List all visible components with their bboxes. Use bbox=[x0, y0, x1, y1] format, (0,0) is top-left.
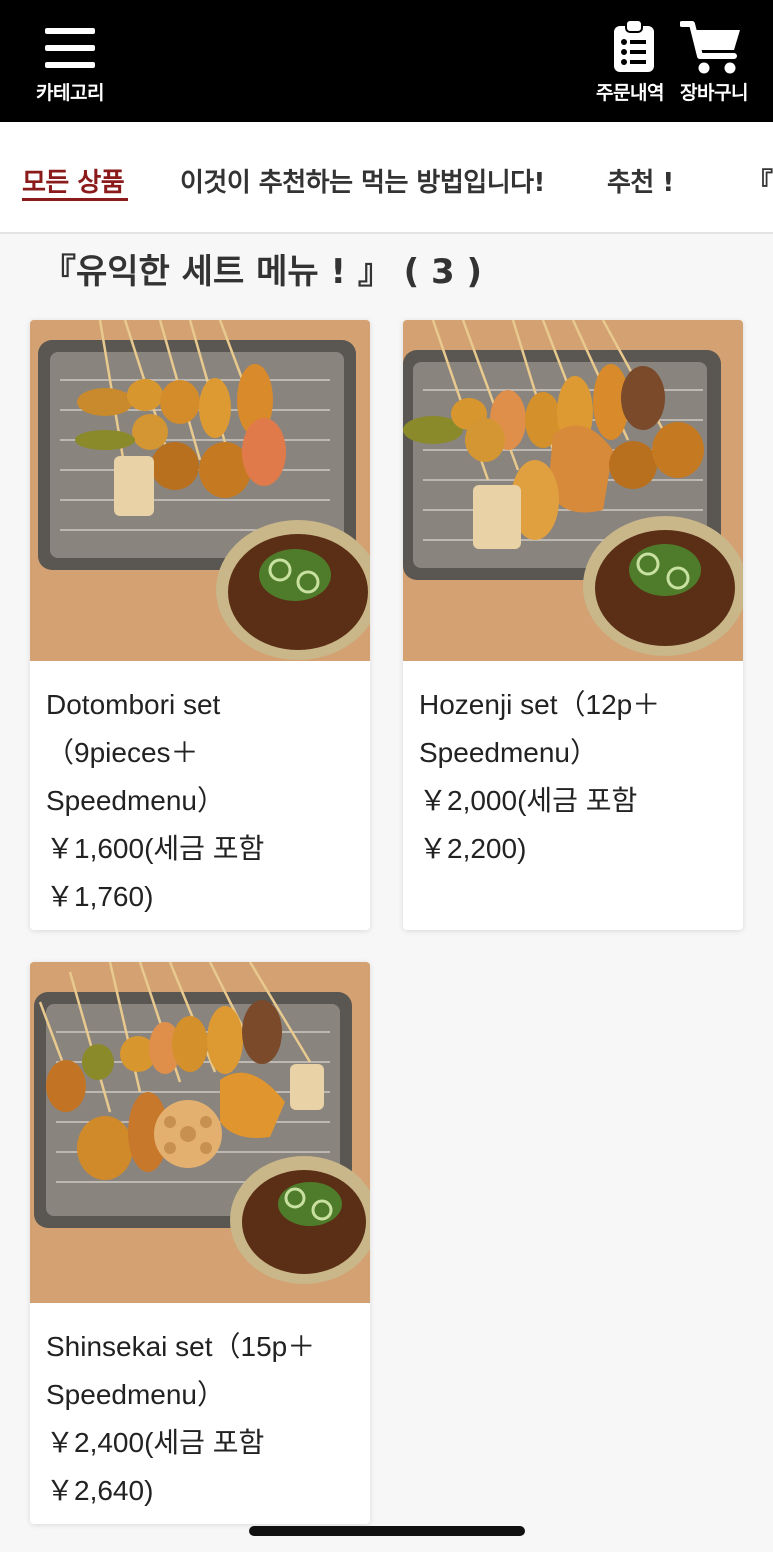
order-history-label: 주문내역 bbox=[596, 82, 664, 104]
product-info: Hozenji set（12p＋ Speedmenu） ￥2,000(세금 포함… bbox=[403, 661, 743, 891]
cart-label: 장바구니 bbox=[680, 82, 748, 104]
category-tabs: 모든 상품 이것이 추천하는 먹는 방법입니다! 추천 ! 『유 bbox=[0, 122, 773, 234]
tab-recommended-eating[interactable]: 이것이 추천하는 먹는 방법입니다! bbox=[180, 162, 545, 199]
product-info: Dotombori set （9pieces＋ Speedmenu） ￥1,60… bbox=[30, 661, 370, 930]
product-photo bbox=[30, 320, 370, 661]
section-title: 『유익한 세트 메뉴 ! 』 ( 3 ) bbox=[42, 252, 483, 292]
tab-recommend[interactable]: 추천 ! bbox=[607, 162, 674, 199]
category-label: 카테고리 bbox=[36, 82, 104, 104]
category-menu-button[interactable]: 카테고리 bbox=[26, 26, 114, 105]
tab-all-products[interactable]: 모든 상품 bbox=[22, 162, 125, 199]
product-card-shinsekai[interactable]: Shinsekai set（15p＋ Speedmenu） ￥2,400(세금 … bbox=[30, 962, 370, 1524]
product-name-line: Hozenji set（12p＋ bbox=[419, 689, 661, 720]
product-name-line: （9pieces＋ bbox=[46, 737, 199, 768]
product-photo bbox=[30, 962, 370, 1303]
home-indicator[interactable] bbox=[249, 1526, 525, 1536]
top-header: 카테고리 주문내역 장바구니 bbox=[0, 0, 773, 122]
product-name-line: Speedmenu） bbox=[46, 1379, 226, 1410]
active-tab-underline bbox=[22, 198, 128, 201]
product-card-hozenji[interactable]: Hozenji set（12p＋ Speedmenu） ￥2,000(세금 포함… bbox=[403, 320, 743, 930]
product-price-with-tax: ￥2,200) bbox=[419, 833, 527, 864]
product-card-dotombori[interactable]: Dotombori set （9pieces＋ Speedmenu） ￥1,60… bbox=[30, 320, 370, 930]
clipboard-list-icon bbox=[614, 19, 654, 72]
hamburger-menu-icon bbox=[45, 28, 95, 68]
product-price-with-tax: ￥1,760) bbox=[46, 881, 154, 912]
product-price: ￥2,400(세금 포함 bbox=[46, 1427, 265, 1458]
product-price: ￥1,600(세금 포함 bbox=[46, 833, 265, 864]
product-photo bbox=[403, 320, 743, 661]
product-name-line: Speedmenu） bbox=[46, 785, 226, 816]
product-name-line: Shinsekai set（15p＋ bbox=[46, 1331, 316, 1362]
shopping-cart-icon bbox=[680, 21, 740, 74]
product-price: ￥2,000(세금 포함 bbox=[419, 785, 638, 816]
product-info: Shinsekai set（15p＋ Speedmenu） ￥2,400(세금 … bbox=[30, 1303, 370, 1524]
tab-set-menu[interactable]: 『유 bbox=[747, 162, 773, 199]
product-name-line: Speedmenu） bbox=[419, 737, 599, 768]
product-name-line: Dotombori set bbox=[46, 689, 221, 720]
product-price-with-tax: ￥2,640) bbox=[46, 1475, 154, 1506]
